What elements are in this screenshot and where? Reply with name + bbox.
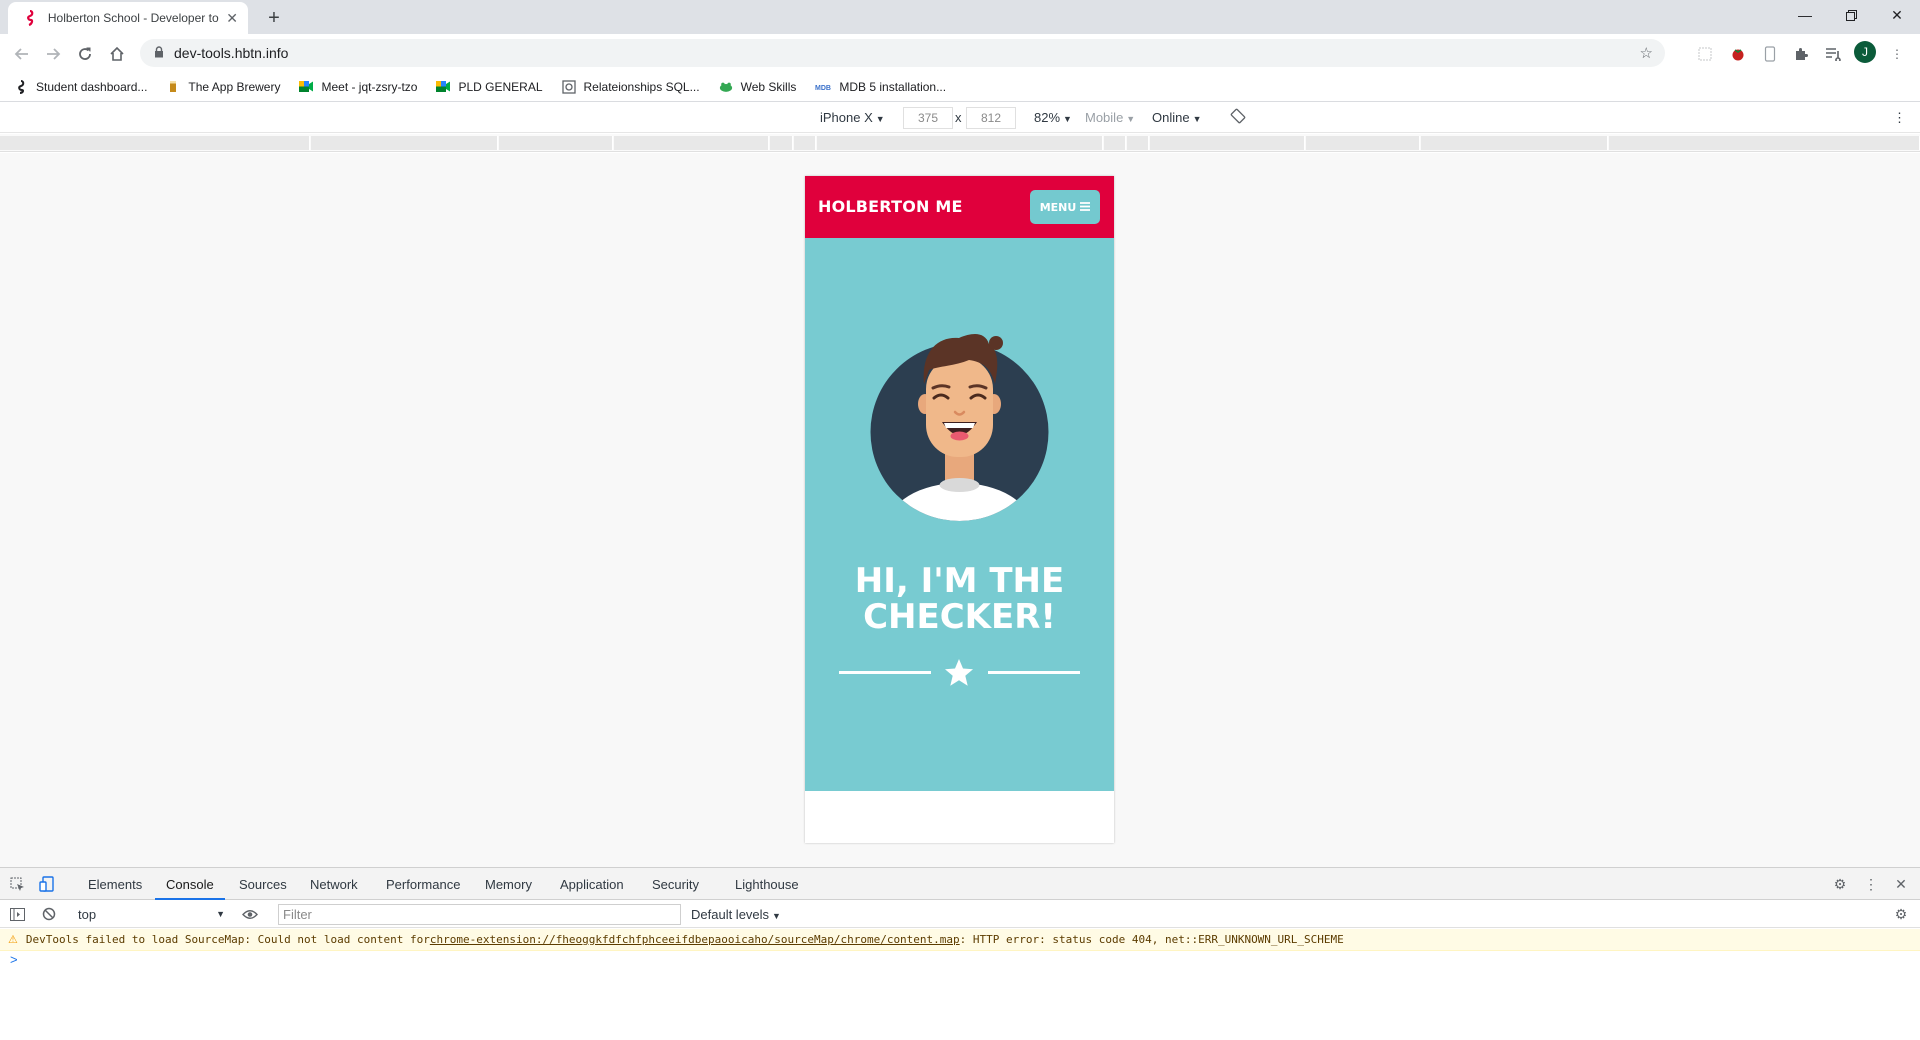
meet-icon — [436, 80, 451, 94]
lock-icon[interactable] — [154, 45, 164, 61]
media-query-ruler[interactable] — [0, 134, 1920, 152]
hero-section: HI, I'M THE CHECKER! — [805, 238, 1114, 791]
extensions-puzzle-icon[interactable] — [1790, 43, 1812, 65]
context-select[interactable]: top ▼ — [70, 904, 225, 924]
star-icon — [945, 659, 973, 686]
sourcemap-link[interactable]: chrome-extension://fheoggkfdfchfphceeifd… — [430, 933, 960, 946]
close-window-icon[interactable]: ✕ — [1874, 0, 1920, 30]
browser-toolbar: dev-tools.hbtn.info ☆ ⋮ — [0, 34, 1920, 72]
bookmark-star-icon[interactable]: ☆ — [1640, 44, 1653, 62]
close-tab-icon[interactable]: ✕ — [226, 10, 238, 27]
seahorse-icon — [14, 79, 28, 94]
console-settings-icon[interactable]: ⚙ — [1892, 905, 1910, 923]
menu-button[interactable]: MENU — [1030, 190, 1100, 224]
console-toolbar: top ▼ Filter Default levels ▼ ⚙ — [0, 900, 1920, 928]
bookmark-app-brewery[interactable]: The App Brewery — [166, 80, 280, 94]
rotate-icon[interactable] — [1230, 108, 1246, 127]
height-input[interactable]: 812 — [966, 107, 1016, 129]
console-prompt[interactable]: > — [10, 952, 18, 967]
bookmark-mdb[interactable]: MDB MDB 5 installation... — [815, 80, 946, 94]
tab-strip: Holberton School - Developer to ✕ + — ✕ — [0, 0, 1920, 34]
hero-headline: HI, I'M THE CHECKER! — [854, 561, 1065, 637]
star-divider — [839, 654, 1080, 690]
back-icon[interactable] — [9, 41, 35, 67]
divider-line-right — [988, 671, 1080, 674]
avatar-illustration — [870, 334, 1049, 521]
tab-elements[interactable]: Elements — [88, 877, 142, 892]
url-text: dev-tools.hbtn.info — [174, 45, 289, 61]
tab-lighthouse[interactable]: Lighthouse — [735, 877, 799, 892]
sql-icon — [561, 79, 576, 94]
warning-icon: ⚠ — [8, 933, 18, 946]
reload-icon[interactable] — [72, 41, 98, 67]
tab-performance[interactable]: Performance — [386, 877, 460, 892]
site-header: HOLBERTON ME MENU — [805, 176, 1114, 238]
clear-console-icon[interactable] — [40, 905, 58, 923]
bookmark-student-dashboard[interactable]: Student dashboard... — [14, 80, 147, 94]
device-select[interactable]: iPhone X ▼ — [820, 110, 885, 125]
console-warning-message: ⚠ DevTools failed to load SourceMap: Cou… — [0, 929, 1920, 951]
device-type-select[interactable]: Mobile ▼ — [1085, 110, 1135, 125]
address-bar[interactable]: dev-tools.hbtn.info ☆ — [140, 39, 1665, 67]
device-extension-icon[interactable] — [1759, 43, 1781, 65]
device-toolbar-more-icon[interactable]: ⋮ — [1893, 110, 1906, 126]
frog-icon — [719, 80, 733, 94]
width-input[interactable]: 375 — [903, 107, 953, 129]
dimension-separator: x — [955, 110, 962, 125]
tab-sources[interactable]: Sources — [239, 877, 287, 892]
tab-network[interactable]: Network — [310, 877, 358, 892]
media-queue-icon[interactable] — [1822, 43, 1844, 65]
bookmark-pld-general[interactable]: PLD GENERAL — [436, 80, 543, 94]
chrome-menu-icon[interactable]: ⋮ — [1886, 43, 1908, 65]
minimize-icon[interactable]: — — [1782, 0, 1828, 30]
hamburger-icon — [1080, 201, 1091, 214]
tab-security[interactable]: Security — [652, 877, 699, 892]
console-filter-input[interactable]: Filter — [278, 904, 681, 925]
tab-application[interactable]: Application — [560, 877, 624, 892]
log-levels-select[interactable]: Default levels ▼ — [691, 907, 781, 922]
home-icon[interactable] — [104, 41, 130, 67]
bookmark-web-skills[interactable]: Web Skills — [719, 80, 796, 94]
svg-text:MDB: MDB — [815, 85, 831, 91]
tab-title: Holberton School - Developer to — [47, 11, 219, 25]
device-toggle-icon[interactable] — [38, 875, 56, 893]
mdb-icon: MDB — [815, 80, 831, 94]
sidebar-toggle-icon[interactable] — [8, 905, 26, 923]
browser-tab[interactable]: Holberton School - Developer to ✕ — [8, 2, 248, 34]
divider-line-left — [839, 671, 931, 674]
site-brand[interactable]: HOLBERTON ME — [818, 197, 963, 216]
forward-icon[interactable] — [40, 41, 66, 67]
mobile-page: HOLBERTON ME MENU HI, I'M THE CHECKER! — [805, 176, 1114, 843]
tab-console[interactable]: Console — [166, 877, 214, 892]
bookmarks-bar: Student dashboard... The App Brewery Mee… — [0, 72, 1920, 102]
extension-placeholder-icon[interactable] — [1694, 43, 1716, 65]
tab-memory[interactable]: Memory — [485, 877, 532, 892]
device-toolbar: iPhone X ▼ 375 x 812 82% ▼ Mobile ▼ Online ▼… — [0, 103, 1920, 133]
new-tab-icon[interactable]: + — [262, 6, 286, 30]
devtools-tabbar: Elements Console Sources Network Perform… — [0, 867, 1920, 900]
tomato-extension-icon[interactable] — [1727, 43, 1749, 65]
zoom-select[interactable]: 82% ▼ — [1034, 110, 1072, 125]
inspect-element-icon[interactable] — [8, 875, 26, 893]
devtools-more-icon[interactable]: ⋮ — [1862, 875, 1880, 893]
bookmark-relationships-sql[interactable]: Relateionships SQL... — [561, 79, 700, 94]
bookmark-meet[interactable]: Meet - jqt-zsry-tzo — [299, 80, 417, 94]
devtools-settings-icon[interactable]: ⚙ — [1831, 875, 1849, 893]
profile-avatar[interactable]: J — [1854, 41, 1876, 63]
live-expression-eye-icon[interactable] — [241, 905, 259, 923]
brewery-icon — [166, 80, 180, 94]
meet-icon — [299, 80, 314, 94]
holberton-favicon-icon — [22, 10, 38, 26]
throttling-select[interactable]: Online ▼ — [1152, 110, 1202, 125]
close-devtools-icon[interactable]: ✕ — [1892, 875, 1910, 893]
restore-icon[interactable] — [1828, 0, 1874, 30]
